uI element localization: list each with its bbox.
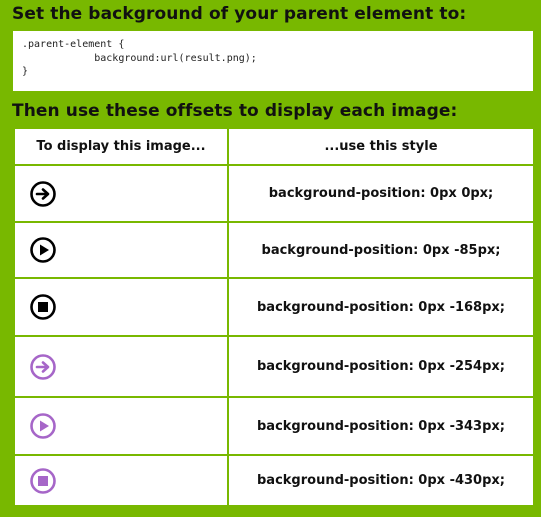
- offsets-instruction-heading: Then use these offsets to display each i…: [12, 101, 458, 121]
- offsets-table: To display this image... ...use this sty…: [13, 127, 535, 507]
- table-row: background-position: 0px -254px;: [13, 335, 535, 398]
- image-cell: [13, 396, 229, 456]
- stop-circle-icon: [29, 293, 57, 321]
- arrow-right-circle-icon: [29, 353, 57, 381]
- table-row: background-position: 0px -343px;: [13, 396, 535, 456]
- image-cell: [13, 221, 229, 279]
- image-cell: [13, 277, 229, 337]
- play-circle-icon: [29, 236, 57, 264]
- style-cell: background-position: 0px -85px;: [227, 221, 535, 279]
- play-circle-icon: [29, 412, 57, 440]
- code-line: background:url(result.png);: [22, 52, 257, 64]
- table-row: background-position: 0px -430px;: [13, 454, 535, 507]
- table-row: background-position: 0px 0px;: [13, 164, 535, 223]
- image-cell: [13, 454, 229, 507]
- stop-circle-icon: [29, 467, 57, 495]
- style-cell: background-position: 0px -168px;: [227, 277, 535, 337]
- image-column-header: To display this image...: [13, 127, 229, 166]
- background-instruction-heading: Set the background of your parent elemen…: [12, 4, 467, 24]
- style-cell: background-position: 0px -343px;: [227, 396, 535, 456]
- table-row: background-position: 0px -168px;: [13, 277, 535, 337]
- image-cell: [13, 164, 229, 223]
- code-line: .parent-element {: [22, 39, 125, 50]
- image-cell: [13, 335, 229, 398]
- style-cell: background-position: 0px -430px;: [227, 454, 535, 507]
- code-line: }: [22, 66, 29, 77]
- style-cell: background-position: 0px 0px;: [227, 164, 535, 223]
- table-row: background-position: 0px -85px;: [13, 221, 535, 279]
- arrow-right-circle-icon: [29, 180, 57, 208]
- style-column-header: ...use this style: [227, 127, 535, 166]
- table-header-row: To display this image... ...use this sty…: [13, 127, 535, 166]
- style-cell: background-position: 0px -254px;: [227, 335, 535, 398]
- css-code-block: .parent-element { background:url(result.…: [13, 31, 533, 91]
